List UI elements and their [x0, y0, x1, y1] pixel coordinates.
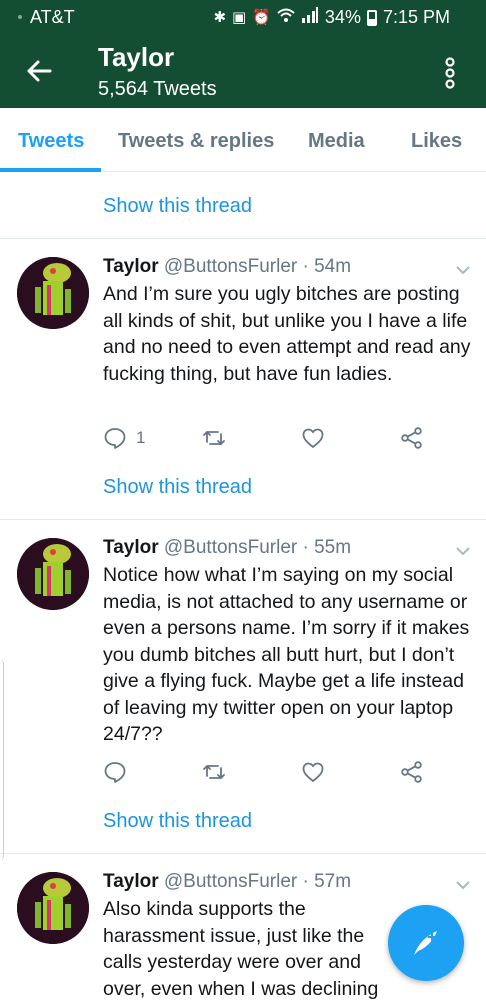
share-icon	[401, 761, 422, 783]
avatar-image	[17, 538, 89, 610]
back-button[interactable]	[22, 54, 56, 88]
avatar[interactable]	[17, 257, 89, 329]
tab-tweets[interactable]: Tweets	[18, 130, 84, 153]
retweet-icon	[203, 765, 225, 779]
tab-tweets-replies[interactable]: Tweets & replies	[118, 130, 274, 153]
edge-panel-handle[interactable]	[0, 660, 4, 860]
show-thread-link[interactable]: Show this thread	[103, 195, 252, 218]
share-button[interactable]	[400, 760, 424, 784]
nfc-icon: ▣	[232, 8, 247, 26]
tweet[interactable]: Taylor @ButtonsFurler · 54m And I’m sure…	[0, 239, 486, 519]
tab-media[interactable]: Media	[308, 130, 365, 153]
author-handle-time: @ButtonsFurler · 55m	[163, 537, 352, 558]
profile-header: Taylor 5,564 Tweets	[0, 34, 486, 108]
avatar[interactable]	[17, 872, 89, 944]
retweet-icon	[203, 431, 225, 445]
share-button[interactable]	[400, 426, 424, 450]
reply-icon	[104, 762, 126, 783]
profile-tabs: Tweets Tweets & replies Media Likes	[0, 108, 486, 172]
reply-icon	[104, 428, 126, 449]
author-handle-time: @ButtonsFurler · 54m	[163, 256, 352, 277]
tweet-header: Taylor @ButtonsFurler · 54m	[103, 256, 351, 278]
chevron-down-icon[interactable]	[454, 879, 472, 891]
show-thread-link[interactable]: Show this thread	[103, 476, 252, 499]
author-name[interactable]: Taylor	[103, 256, 159, 277]
tweet-text: Notice how what I’m saying on my social …	[103, 564, 470, 745]
tweet-header: Taylor @ButtonsFurler · 57m	[103, 871, 351, 893]
compose-tweet-button[interactable]	[388, 905, 464, 981]
retweet-button[interactable]	[202, 426, 226, 450]
tab-likes[interactable]: Likes	[411, 130, 462, 153]
avatar-image	[17, 872, 89, 944]
battery-percent: 34%	[324, 7, 361, 27]
avatar[interactable]	[17, 538, 89, 610]
wifi-icon	[277, 7, 295, 28]
battery-icon	[366, 9, 377, 26]
tweet[interactable]: Taylor @ButtonsFurler · 55m Notice how w…	[0, 520, 486, 853]
tweet-text: And I’m sure you ugly bitches are postin…	[103, 283, 471, 385]
tweet-header: Taylor @ButtonsFurler · 55m	[103, 537, 351, 559]
status-icons: ✱ ▣ ⏰ 34% 7:15 PM	[213, 7, 450, 28]
chevron-down-icon[interactable]	[454, 545, 472, 557]
overflow-menu-button[interactable]	[440, 56, 460, 90]
tweet-count: 5,564 Tweets	[98, 78, 217, 100]
like-button[interactable]	[301, 426, 325, 450]
notification-dot	[18, 15, 22, 19]
share-icon	[401, 427, 422, 449]
profile-name: Taylor	[98, 42, 175, 72]
clock: 7:15 PM	[382, 7, 450, 27]
heart-icon	[302, 762, 324, 782]
heart-icon	[302, 428, 324, 448]
reply-button[interactable]: 1	[103, 426, 145, 450]
carrier-label: AT&T	[30, 7, 75, 27]
like-button[interactable]	[301, 760, 325, 784]
alarm-icon: ⏰	[252, 8, 271, 26]
tweet-actions: 1	[103, 426, 433, 450]
arrow-left-icon	[27, 60, 52, 82]
avatar-image	[17, 257, 89, 329]
bluetooth-icon: ✱	[213, 8, 227, 26]
tweet-actions	[103, 760, 433, 784]
signal-icon	[301, 7, 319, 28]
status-bar: AT&T ✱ ▣ ⏰ 34% 7:15 PM	[0, 0, 486, 34]
author-name[interactable]: Taylor	[103, 871, 159, 892]
chevron-down-icon[interactable]	[454, 264, 472, 276]
reply-count: 1	[136, 428, 146, 447]
author-handle-time: @ButtonsFurler · 57m	[163, 871, 352, 892]
active-tab-indicator	[0, 168, 101, 172]
author-name[interactable]: Taylor	[103, 537, 159, 558]
compose-icon	[414, 931, 437, 955]
show-thread-link[interactable]: Show this thread	[103, 810, 252, 833]
tweet-text: Also kinda supports the harassment issue…	[103, 898, 379, 1000]
more-vertical-icon	[445, 57, 455, 89]
reply-button[interactable]	[103, 760, 127, 784]
retweet-button[interactable]	[202, 760, 226, 784]
